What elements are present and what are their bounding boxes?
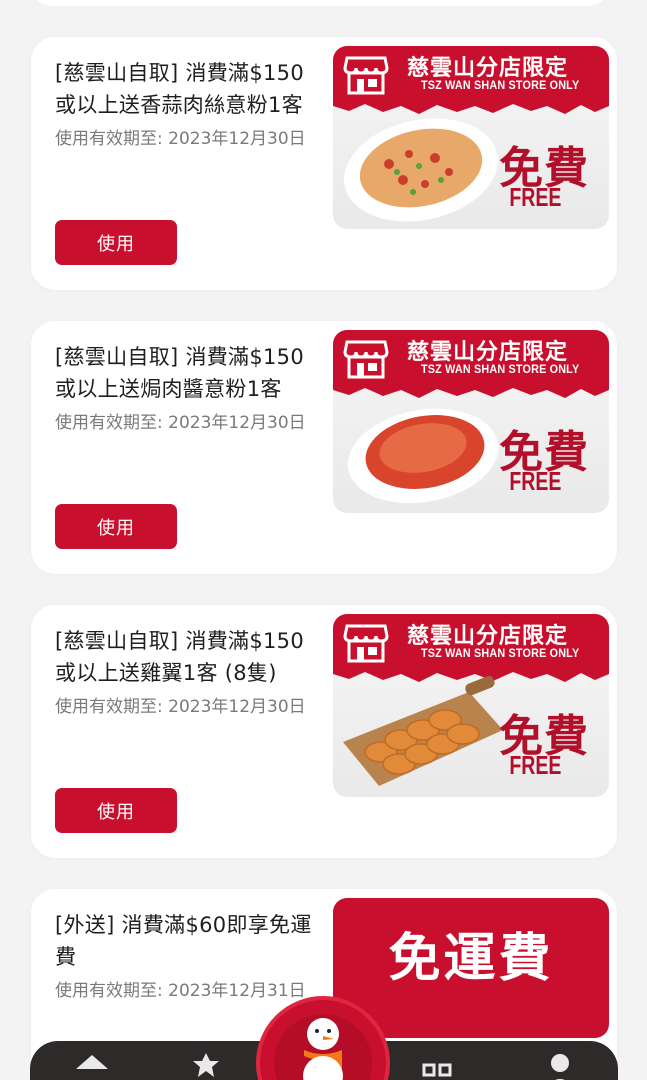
coupon-text: [慈雲山自取] 消費滿$150或以上送雞翼1客 (8隻) 使用有效期至: 202… xyxy=(55,625,317,720)
free-label-en: FREE xyxy=(508,182,561,212)
coupon-validity: 使用有效期至: 2023年12月30日 xyxy=(55,129,306,149)
coupon-card[interactable]: [慈雲山自取] 消費滿$150或以上送焗肉醬意粉1客 使用有效期至: 2023年… xyxy=(31,321,617,574)
coupon-title: [慈雲山自取] 消費滿$150或以上送焗肉醬意粉1客 xyxy=(55,345,305,401)
coupon-image: 慈雲山分店限定 TSZ WAN SHAN STORE ONLY 免費 FREE xyxy=(333,330,609,513)
snowman-icon xyxy=(303,1018,343,1080)
profile-icon[interactable] xyxy=(540,1047,580,1080)
banner-subtitle: TSZ WAN SHAN STORE ONLY xyxy=(421,646,580,660)
store-icon xyxy=(343,56,389,95)
store-icon xyxy=(343,624,389,663)
coupon-validity: 使用有效期至: 2023年12月31日 xyxy=(55,981,306,1001)
use-coupon-button[interactable]: 使用 xyxy=(55,788,177,833)
gift-icon[interactable] xyxy=(186,1047,226,1080)
coupon-text: [慈雲山自取] 消費滿$150或以上送焗肉醬意粉1客 使用有效期至: 2023年… xyxy=(55,341,317,436)
coupon-card[interactable]: [慈雲山自取] 消費滿$150或以上送雞翼1客 (8隻) 使用有效期至: 202… xyxy=(31,605,617,858)
free-label-en: FREE xyxy=(508,466,561,496)
coupon-card[interactable]: [慈雲山自取] 消費滿$150或以上送香蒜肉絲意粉1客 使用有效期至: 2023… xyxy=(31,37,617,290)
coupon-text: [慈雲山自取] 消費滿$150或以上送香蒜肉絲意粉1客 使用有效期至: 2023… xyxy=(55,57,317,152)
qr-code-icon[interactable] xyxy=(420,1047,460,1080)
previous-coupon-card xyxy=(30,0,610,6)
coupon-image: 慈雲山分店限定 TSZ WAN SHAN STORE ONLY 免費 FREE xyxy=(333,46,609,229)
chicken-wings-image xyxy=(343,675,503,786)
spaghetti-image xyxy=(343,118,499,222)
coupon-image: 慈雲山分店限定 TSZ WAN SHAN STORE ONLY 免費 FREE xyxy=(333,614,609,797)
coupon-validity: 使用有效期至: 2023年12月30日 xyxy=(55,413,306,433)
use-coupon-button[interactable]: 使用 xyxy=(55,220,177,265)
store-icon xyxy=(343,340,389,379)
free-delivery-label: 免運費 xyxy=(388,929,554,989)
free-delivery-banner: 免運費 xyxy=(333,898,609,1038)
banner-subtitle: TSZ WAN SHAN STORE ONLY xyxy=(421,78,580,92)
coupon-title: [慈雲山自取] 消費滿$150或以上送香蒜肉絲意粉1客 xyxy=(55,61,305,117)
coupon-title: [慈雲山自取] 消費滿$150或以上送雞翼1客 (8隻) xyxy=(55,629,305,685)
banner-subtitle: TSZ WAN SHAN STORE ONLY xyxy=(421,362,580,376)
bolognese-image xyxy=(347,408,499,504)
coupon-title: [外送] 消費滿$60即享免運費 xyxy=(55,913,312,969)
use-coupon-button[interactable]: 使用 xyxy=(55,504,177,549)
coupon-validity: 使用有效期至: 2023年12月30日 xyxy=(55,697,306,717)
home-icon[interactable] xyxy=(72,1047,112,1080)
coupon-text: [外送] 消費滿$60即享免運費 使用有效期至: 2023年12月31日 xyxy=(55,909,317,1004)
free-label-en: FREE xyxy=(508,750,561,780)
